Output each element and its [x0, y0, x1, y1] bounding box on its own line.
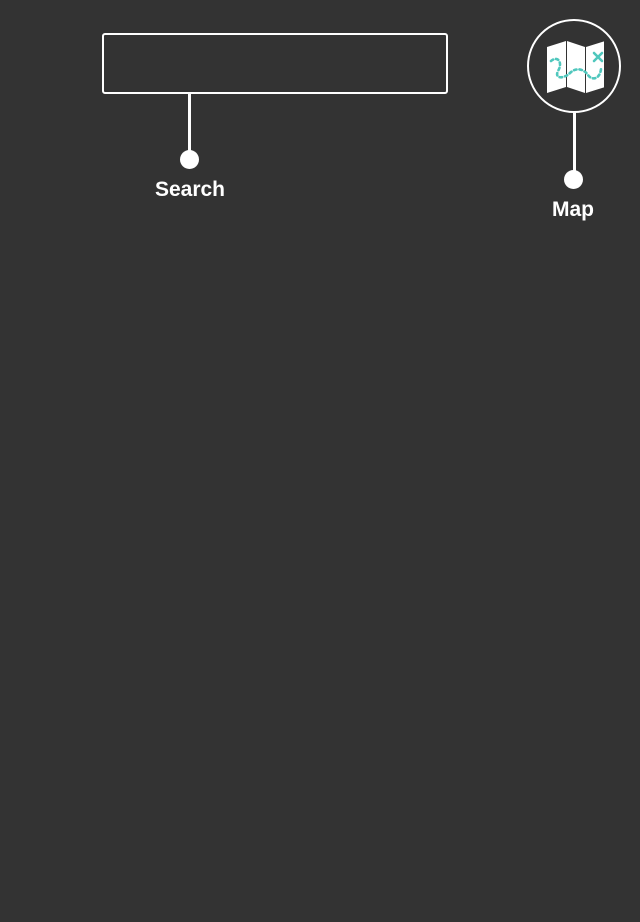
map-connector-dot: [564, 170, 583, 189]
search-connector-line: [188, 92, 191, 156]
app-screen: Search Map: [0, 0, 640, 922]
search-field[interactable]: [102, 33, 448, 94]
search-connector-dot: [180, 150, 199, 169]
search-label: Search: [154, 178, 226, 201]
map-connector-line: [573, 111, 576, 175]
map-icon: [547, 41, 604, 93]
search-input[interactable]: [104, 35, 446, 92]
map-button[interactable]: [527, 19, 621, 113]
map-label: Map: [552, 198, 594, 221]
